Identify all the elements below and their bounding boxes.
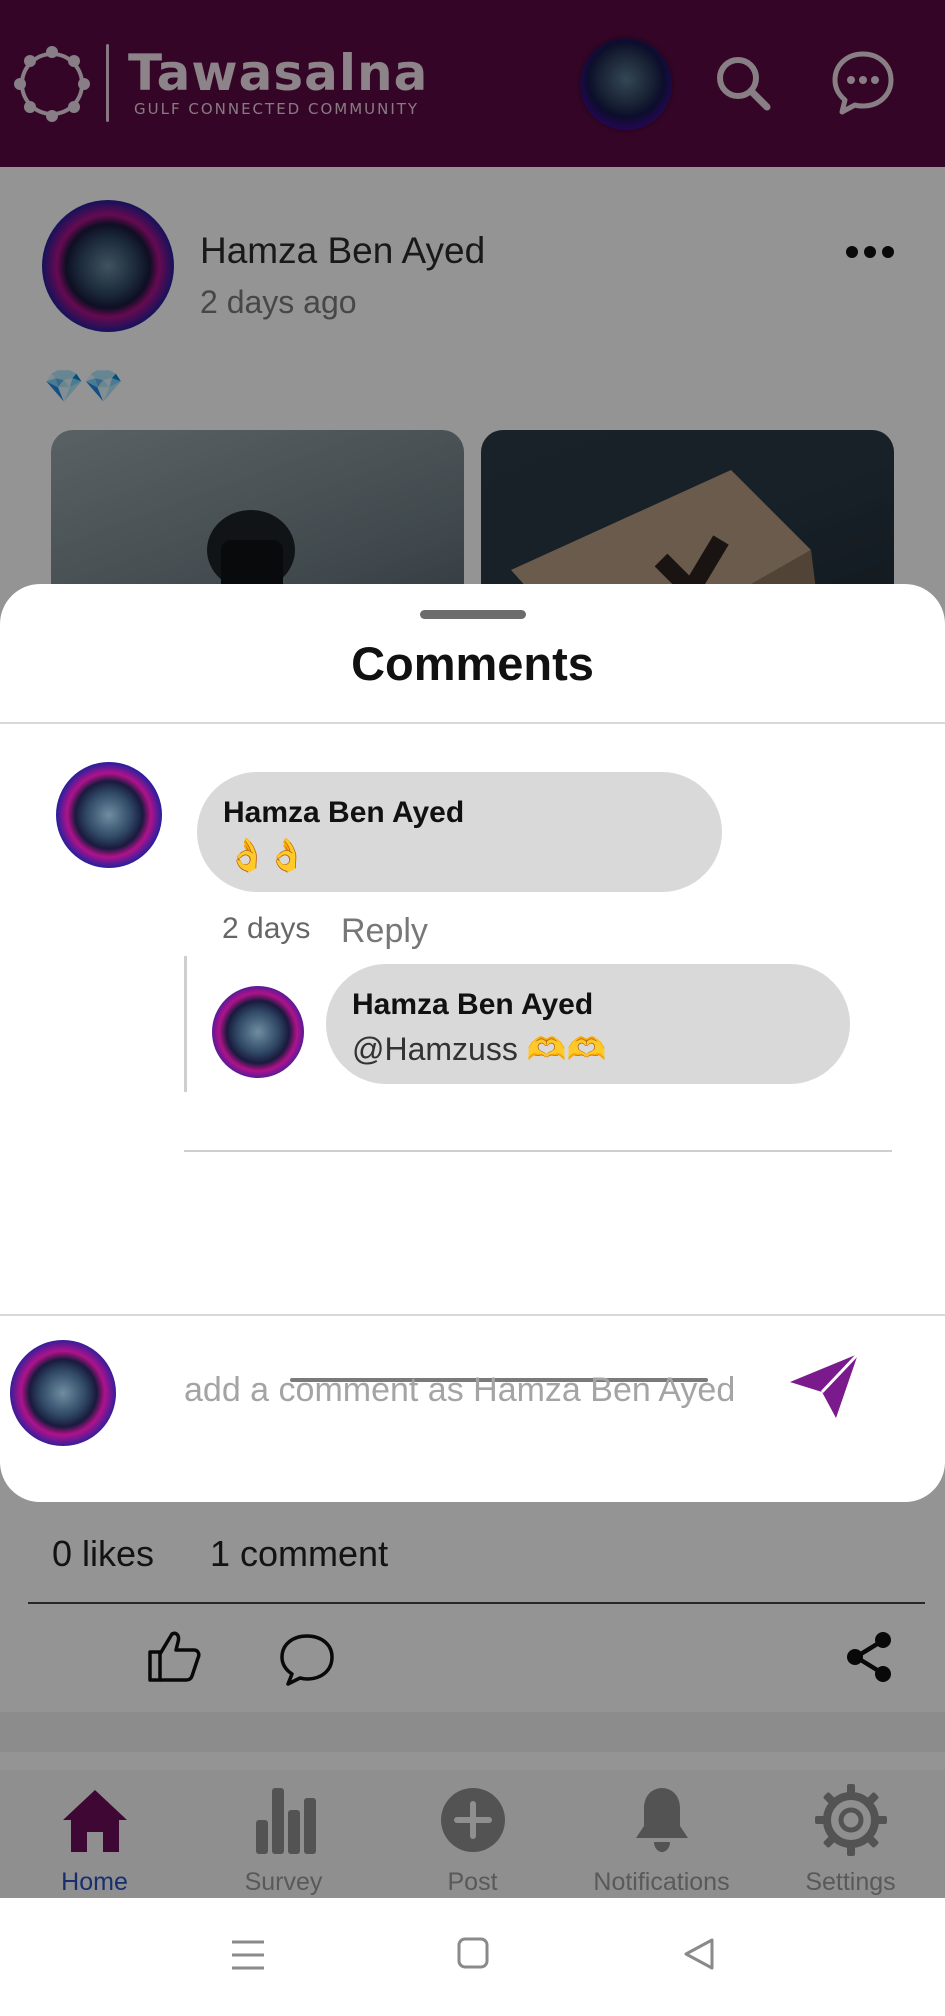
reply-bubble[interactable]: Hamza Ben Ayed @Hamzuss 🫶🫶 — [326, 964, 850, 1084]
sheet-title: Comments — [351, 637, 594, 690]
reply-button[interactable]: Reply — [341, 912, 428, 951]
input-divider — [0, 1314, 945, 1316]
send-icon[interactable] — [786, 1348, 862, 1422]
reply-author-name: Hamza Ben Ayed — [352, 988, 594, 1021]
comment-text: 👌👌 — [227, 837, 307, 873]
recent-apps-icon[interactable] — [230, 1938, 266, 1972]
current-user-avatar — [10, 1340, 116, 1446]
comment-author-avatar[interactable] — [56, 762, 162, 868]
comment-bubble[interactable]: Hamza Ben Ayed 👌👌 — [197, 772, 722, 892]
comment-timestamp: 2 days — [222, 912, 311, 945]
reply-text: @Hamzuss 🫶🫶 — [352, 1031, 607, 1067]
system-navigation-bar — [0, 1898, 945, 2016]
sheet-divider — [0, 722, 945, 724]
comment-author-name: Hamza Ben Ayed — [223, 796, 465, 829]
sheet-drag-handle[interactable] — [420, 610, 526, 619]
replies-divider — [184, 1150, 892, 1152]
system-home-icon[interactable] — [456, 1936, 490, 1970]
system-back-icon[interactable] — [682, 1936, 716, 1972]
reply-author-avatar[interactable] — [212, 986, 304, 1078]
comments-sheet: Comments Hamza Ben Ayed 👌👌 2 days Reply … — [0, 584, 945, 1502]
comment-input[interactable] — [184, 1360, 784, 1420]
reply-thread-line — [184, 956, 187, 1092]
